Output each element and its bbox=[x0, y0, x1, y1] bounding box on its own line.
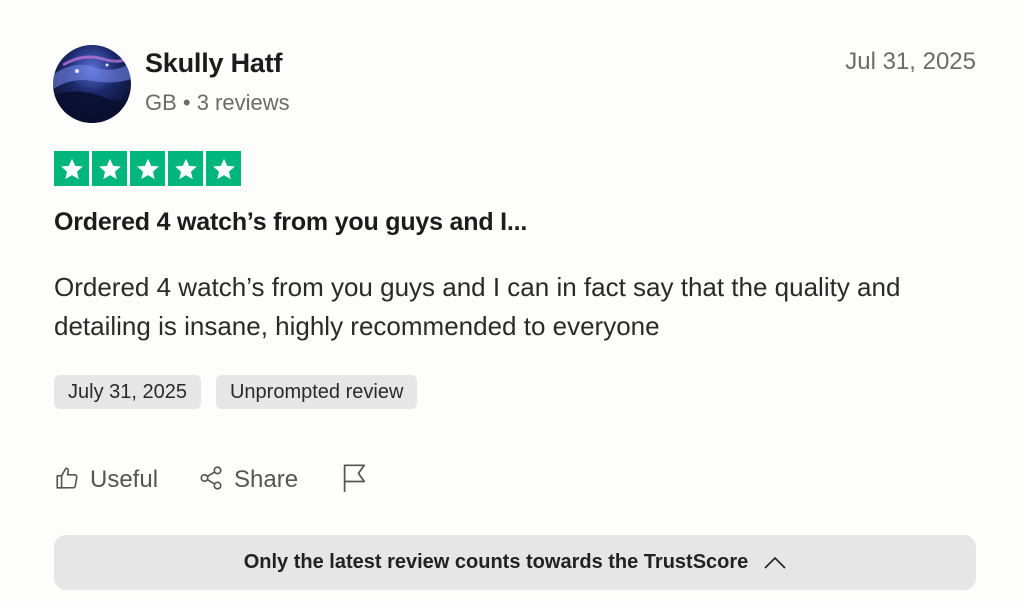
review-body: Ordered 4 watch’s from you guys and I ca… bbox=[54, 272, 901, 341]
useful-label: Useful bbox=[90, 466, 159, 493]
avatar[interactable] bbox=[53, 45, 131, 123]
star-icon bbox=[130, 151, 165, 186]
review-card: Skully Hatf GB • 3 reviews Jul 31, 2025 … bbox=[0, 0, 1024, 606]
review-date: Jul 31, 2025 bbox=[845, 48, 976, 75]
star-icon bbox=[92, 151, 127, 186]
trustscore-notice-text: Only the latest review counts towards th… bbox=[243, 551, 749, 573]
review-actions: Useful Share bbox=[54, 460, 368, 500]
flag-icon bbox=[342, 463, 368, 498]
star-icon bbox=[54, 151, 89, 186]
report-button[interactable] bbox=[342, 463, 368, 498]
experience-date-badge: July 31, 2025 bbox=[54, 375, 201, 409]
avatar-image bbox=[53, 45, 131, 123]
star-icon bbox=[206, 151, 241, 186]
review-type-badge[interactable]: Unprompted review bbox=[215, 375, 418, 409]
share-label: Share bbox=[234, 466, 299, 493]
star-icon bbox=[168, 151, 203, 186]
star-rating bbox=[54, 151, 241, 186]
trustscore-notice[interactable]: Only the latest review counts towards th… bbox=[54, 535, 976, 590]
review-title[interactable]: Ordered 4 watch’s from you guys and I... bbox=[54, 208, 527, 237]
review-tags: July 31, 2025 Unprompted review bbox=[54, 375, 418, 409]
chevron-up-icon bbox=[764, 556, 786, 570]
share-button[interactable]: Share bbox=[198, 465, 298, 496]
reviewer-name[interactable]: Skully Hatf bbox=[145, 48, 283, 79]
thumbs-up-icon bbox=[54, 465, 80, 496]
useful-button[interactable]: Useful bbox=[54, 465, 158, 496]
share-icon bbox=[198, 465, 224, 496]
reviewer-meta: GB • 3 reviews bbox=[145, 90, 290, 115]
